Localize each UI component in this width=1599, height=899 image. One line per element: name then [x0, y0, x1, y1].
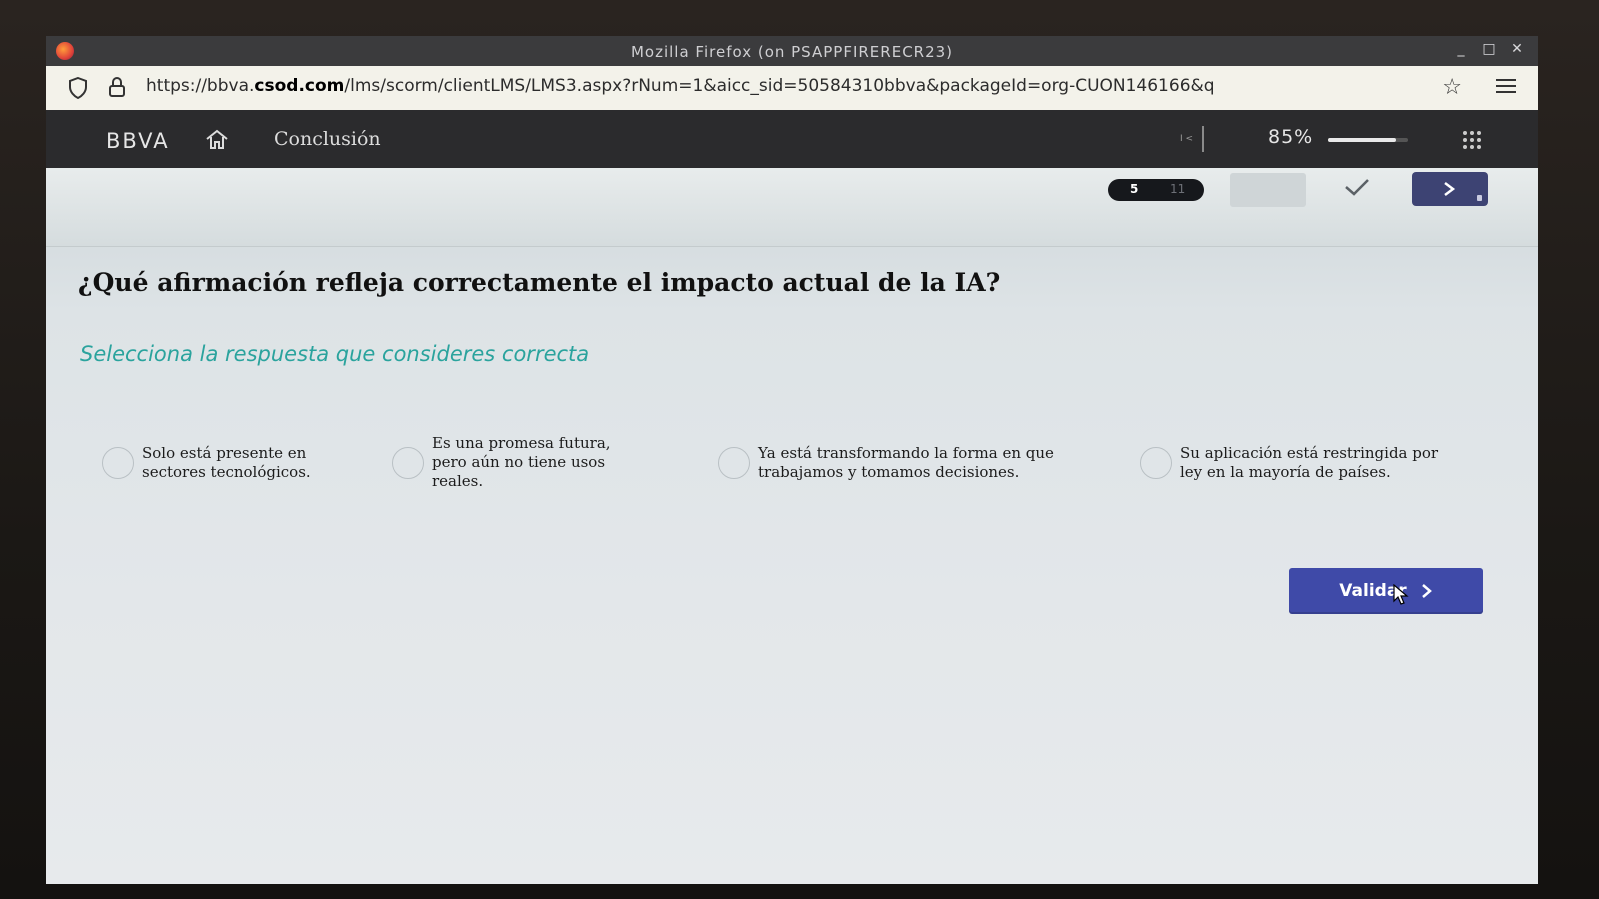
answer-label: Es una promesa futura, pero aún no tiene… [432, 434, 611, 490]
navigation-strip: 5 11 [46, 168, 1538, 247]
progress-bar [1328, 138, 1408, 142]
question-title: ¿Qué afirmación refleja correctamente el… [78, 268, 1001, 297]
page-indicator: 5 11 [1108, 179, 1204, 201]
instruction-text: Selecciona la respuesta que consideres c… [80, 342, 590, 366]
current-page: 5 [1130, 182, 1139, 196]
url-path: /lms/scorm/clientLMS/LMS3.aspx?rNum=1&ai… [344, 76, 1215, 96]
maximize-button[interactable]: □ [1482, 41, 1496, 57]
address-bar: https://bbva.csod.com/lms/scorm/clientLM… [46, 66, 1538, 111]
progress-percentage: 85% [1268, 126, 1314, 148]
home-icon[interactable] [204, 128, 230, 154]
url-domain: csod.com [254, 76, 345, 96]
shield-icon[interactable] [68, 76, 88, 103]
window-controls: _ □ ✕ [1454, 41, 1524, 57]
apps-grid-icon[interactable] [1462, 130, 1482, 154]
section-title: Conclusión [274, 128, 381, 150]
browser-window: Mozilla Firefox (on PSAPPFIRERECR23) _ □… [46, 36, 1538, 884]
bookmark-star-icon[interactable]: ☆ [1442, 75, 1462, 100]
minimize-button[interactable]: _ [1454, 41, 1468, 57]
window-titlebar: Mozilla Firefox (on PSAPPFIRERECR23) _ □… [46, 36, 1538, 66]
course-header: BBVA Conclusión I < 85% [46, 110, 1538, 168]
previous-button[interactable] [1230, 173, 1306, 207]
progress-bar-fill [1328, 138, 1396, 142]
lock-icon[interactable] [108, 76, 126, 102]
chevron-right-icon [1444, 182, 1456, 196]
chevron-right-icon [1421, 584, 1432, 598]
answer-label: Solo está presente en sectores tecnológi… [142, 444, 311, 481]
lock-small-icon [1477, 195, 1482, 201]
answer-option-2[interactable]: Es una promesa futura, pero aún no tiene… [392, 434, 652, 491]
radio-button[interactable] [392, 446, 424, 479]
window-title: Mozilla Firefox (on PSAPPFIRERECR23) [630, 43, 954, 61]
header-divider [1202, 126, 1204, 152]
validate-button[interactable]: Validar [1289, 568, 1483, 614]
menu-icon[interactable] [1496, 78, 1516, 98]
url-field[interactable]: https://bbva.csod.com/lms/scorm/clientLM… [146, 76, 1406, 96]
answer-option-1[interactable]: Solo está presente en sectores tecnológi… [102, 444, 352, 482]
check-icon[interactable] [1344, 177, 1370, 201]
answer-label: Su aplicación está restringida por ley e… [1180, 444, 1439, 481]
mouse-cursor-icon [1393, 583, 1409, 610]
quiz-content: 5 11 ¿Qué afirmación refleja correctamen… [46, 168, 1538, 884]
total-pages: 11 [1170, 182, 1186, 196]
mini-indicator: I < [1180, 134, 1194, 144]
radio-button[interactable] [102, 447, 134, 479]
answer-option-4[interactable]: Su aplicación está restringida por ley e… [1140, 444, 1450, 482]
answer-label: Ya está transformando la forma en que tr… [758, 444, 1054, 481]
brand-logo: BBVA [106, 129, 170, 153]
close-button[interactable]: ✕ [1510, 41, 1524, 57]
radio-button[interactable] [1140, 447, 1172, 479]
url-prefix: https://bbva. [146, 76, 255, 96]
radio-button[interactable] [718, 447, 750, 479]
next-button[interactable] [1412, 172, 1488, 206]
answer-option-3[interactable]: Ya está transformando la forma en que tr… [718, 444, 1098, 482]
